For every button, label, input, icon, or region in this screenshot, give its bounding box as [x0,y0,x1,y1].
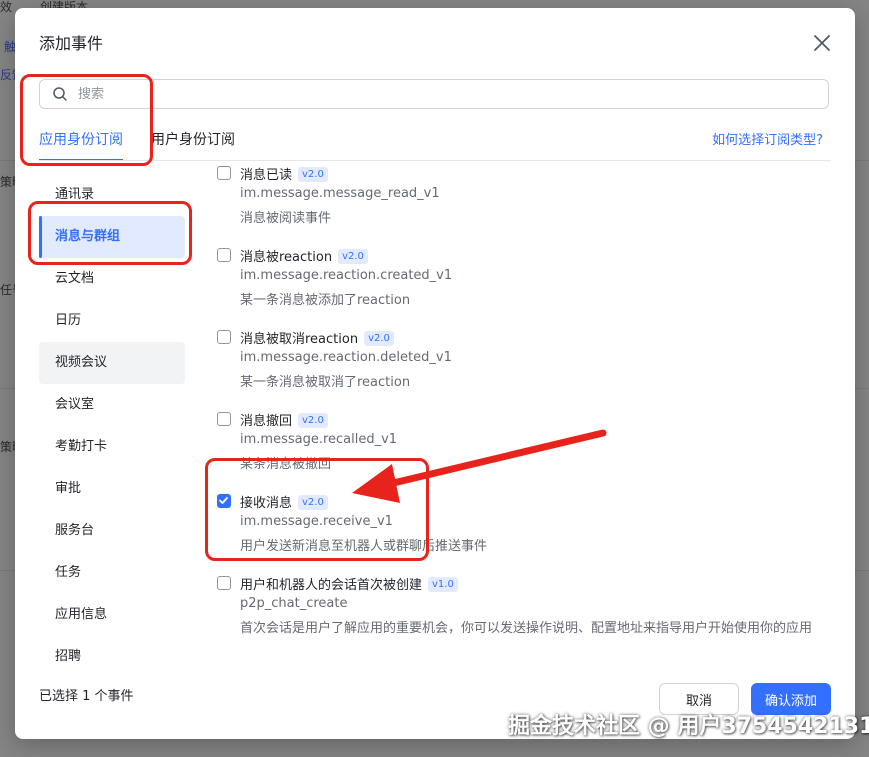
event-checkbox[interactable] [217,166,231,180]
sidebar-item-video-meeting[interactable]: 视频会议 [39,342,185,384]
search-input[interactable] [76,85,780,103]
sidebar-item-recruiting[interactable]: 招聘 [39,636,185,662]
version-badge: v2.0 [298,495,328,510]
event-name: 接收消息 v2.0 [240,492,328,511]
event-list: 消息已读 v2.0 im.message.message_read_v1 消息被阅… [213,161,825,661]
event-code: im.message.message_read_v1 [240,186,440,201]
event-description: 首次会话是用户了解应用的重要机会，你可以发送操作说明、配置地址来指导用户开始使用… [240,621,813,636]
event-name: 消息被取消reaction v2.0 [240,328,394,347]
event-code: im.message.receive_v1 [240,514,393,529]
version-badge: v1.0 [428,577,458,592]
event-name: 消息撤回 v2.0 [240,410,328,429]
sidebar-item-meeting-room[interactable]: 会议室 [39,384,185,426]
event-checkbox[interactable] [217,576,231,590]
sidebar-item-contacts[interactable]: 通讯录 [39,174,185,216]
bg-fragment: 效 [0,0,13,14]
event-description: 某一条消息被取消了reaction [240,375,411,390]
sidebar-item-app-info[interactable]: 应用信息 [39,594,185,636]
search-box[interactable] [39,79,829,109]
tab-user-identity[interactable]: 用户身份订阅 [151,129,235,149]
event-description: 用户发送新消息至机器人或群聊后推送事件 [240,539,488,554]
event-name: 消息已读 v2.0 [240,164,328,183]
event-checkbox[interactable] [217,330,231,344]
event-checkbox-checked[interactable] [217,494,231,508]
close-icon [814,35,830,51]
help-link[interactable]: 如何选择订阅类型? [712,129,823,148]
close-button[interactable] [811,32,833,54]
add-event-dialog: 添加事件 应用身份订阅 用户身份订阅 如何选择订阅类型? 通讯录 消息与群组 云… [15,8,855,739]
event-code: im.message.reaction.deleted_v1 [240,350,452,365]
selected-count: 已选择 1 个事件 [39,689,134,704]
sidebar-item-approval[interactable]: 审批 [39,468,185,510]
event-code: im.message.reaction.created_v1 [240,268,453,283]
event-description: 消息被阅读事件 [240,211,332,226]
sidebar-item-helpdesk[interactable]: 服务台 [39,510,185,552]
sidebar-item-task[interactable]: 任务 [39,552,185,594]
search-icon [53,87,67,101]
check-icon [219,497,228,504]
sidebar-item-attendance[interactable]: 考勤打卡 [39,426,185,468]
event-name: 用户和机器人的会话首次被创建 v1.0 [240,574,458,593]
event-description: 某条消息被撤回 [240,457,332,472]
event-code: p2p_chat_create [240,596,348,611]
watermark: 掘金技术社区 @ 用户37545421312 [508,714,869,739]
tab-app-identity[interactable]: 应用身份订阅 [39,129,123,149]
event-description: 某一条消息被添加了reaction [240,293,411,308]
event-name: 消息被reaction v2.0 [240,246,368,265]
category-sidebar: 通讯录 消息与群组 云文档 日历 视频会议 会议室 考勤打卡 审批 服务台 任务… [39,174,185,662]
event-checkbox[interactable] [217,248,231,262]
version-badge: v2.0 [338,249,368,264]
dialog-title: 添加事件 [39,34,104,53]
sidebar-item-messages-groups[interactable]: 消息与群组 [39,216,185,258]
event-checkbox[interactable] [217,412,231,426]
version-badge: v2.0 [298,413,328,428]
sidebar-item-calendar[interactable]: 日历 [39,300,185,342]
event-code: im.message.recalled_v1 [240,432,398,447]
version-badge: v2.0 [364,331,394,346]
sidebar-item-docs[interactable]: 云文档 [39,258,185,300]
version-badge: v2.0 [298,167,328,182]
